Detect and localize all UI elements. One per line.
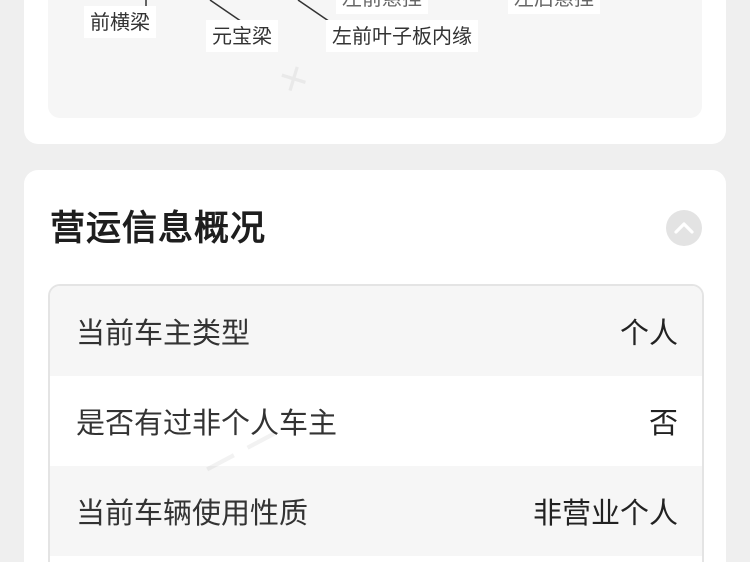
info-row-non-personal-owner: 是否有过非个人车主 否: [50, 376, 702, 466]
section-title: 营运信息概况: [50, 209, 267, 249]
row-value: 否: [648, 406, 678, 440]
row-label: 当前车辆使用性质: [76, 496, 309, 530]
label-yuanbao-beam: 元宝梁: [206, 20, 278, 52]
collapse-button[interactable]: [666, 210, 702, 246]
page: 左前悬挂 左后悬挂 前横梁 元宝梁 左前叶子板内缘 营运信息概况 当前车主类型 …: [0, 0, 750, 562]
row-value: 非营业个人: [532, 496, 678, 530]
row-label: 是否有过非个人车主: [76, 406, 338, 440]
label-front-crossbeam: 前横梁: [84, 6, 156, 38]
chevron-up-icon: [674, 222, 694, 234]
info-row-usage-nature: 当前车辆使用性质 非营业个人: [50, 466, 702, 556]
label-left-front-leaf-inner: 左前叶子板内缘: [326, 20, 478, 52]
row-value: 个人: [619, 316, 678, 350]
row-label: 当前车主类型: [76, 316, 251, 350]
operation-info-card: 营运信息概况 当前车主类型 个人 是否有过非个人车主 否 当前车辆使用性质 非营…: [24, 170, 726, 562]
vehicle-diagram-card: 左前悬挂 左后悬挂 前横梁 元宝梁 左前叶子板内缘: [24, 0, 726, 144]
operation-info-table: 当前车主类型 个人 是否有过非个人车主 否 当前车辆使用性质 非营业个人: [48, 284, 704, 562]
label-left-front-suspension: 左前悬挂: [336, 0, 428, 14]
vehicle-diagram: 左前悬挂 左后悬挂 前横梁 元宝梁 左前叶子板内缘: [48, 0, 702, 118]
label-left-rear-suspension: 左后悬挂: [508, 0, 600, 14]
info-row-owner-type: 当前车主类型 个人: [50, 286, 702, 376]
